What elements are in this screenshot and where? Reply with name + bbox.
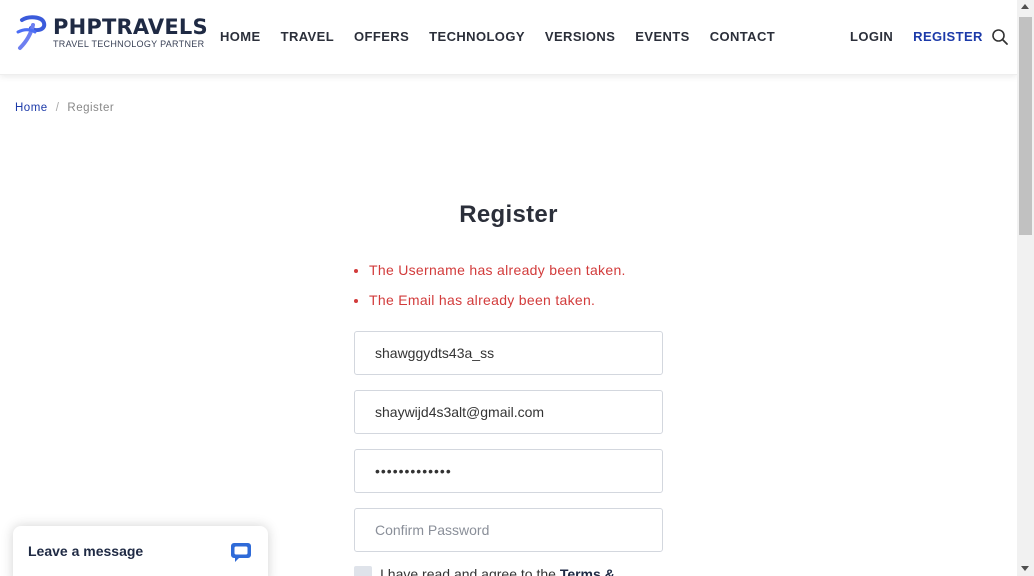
chat-label: Leave a message <box>28 543 144 559</box>
nav-item-home[interactable]: HOME <box>220 29 261 44</box>
breadcrumb: Home / Register <box>15 102 114 114</box>
nav-item-technology[interactable]: TECHNOLOGY <box>429 29 525 44</box>
site-header: PHPTRAVELS TRAVEL TECHNOLOGY PARTNER HOM… <box>0 0 1017 75</box>
scrollbar-thumb[interactable] <box>1019 17 1032 235</box>
nav-item-versions[interactable]: VERSIONS <box>545 29 615 44</box>
brand-subtitle: TRAVEL TECHNOLOGY PARTNER <box>53 39 205 49</box>
nav-item-contact[interactable]: CONTACT <box>710 29 775 44</box>
page-title: Register <box>459 201 558 228</box>
page: PHPTRAVELS TRAVEL TECHNOLOGY PARTNER HOM… <box>0 0 1017 576</box>
chat-bubble-icon <box>231 543 251 562</box>
terms-text: I have read and agree to the <box>380 566 560 576</box>
page-scrollbar[interactable] <box>1017 0 1034 576</box>
nav-item-offers[interactable]: OFFERS <box>354 29 409 44</box>
terms-label: I have read and agree to the Terms & <box>380 566 615 576</box>
password-field[interactable] <box>354 449 663 493</box>
search-icon[interactable] <box>991 28 1009 46</box>
terms-checkbox[interactable] <box>354 566 372 576</box>
login-link[interactable]: LOGIN <box>850 29 893 44</box>
register-link[interactable]: REGISTER <box>913 29 983 44</box>
nav-item-travel[interactable]: TRAVEL <box>281 29 334 44</box>
nav-item-events[interactable]: EVENTS <box>635 29 689 44</box>
scroll-down-arrow-icon[interactable] <box>1021 566 1029 571</box>
breadcrumb-home-link[interactable]: Home <box>15 102 48 114</box>
account-nav: LOGIN REGISTER <box>850 29 983 44</box>
chat-widget[interactable]: Leave a message <box>13 526 268 576</box>
username-field[interactable] <box>354 331 663 375</box>
brand-logo[interactable]: PHPTRAVELS TRAVEL TECHNOLOGY PARTNER <box>16 14 208 54</box>
email-field[interactable] <box>354 390 663 434</box>
phptravels-logo-icon <box>16 15 47 50</box>
brand-title: PHPTRAVELS <box>53 15 208 39</box>
error-list: The Username has already been taken. The… <box>354 262 674 322</box>
breadcrumb-current: Register <box>67 102 115 114</box>
terms-agreement: I have read and agree to the Terms & <box>354 566 615 576</box>
error-message: The Username has already been taken. <box>354 262 674 278</box>
scroll-up-arrow-icon[interactable] <box>1021 4 1029 9</box>
main-nav: HOME TRAVEL OFFERS TECHNOLOGY VERSIONS E… <box>220 29 795 44</box>
error-message: The Email has already been taken. <box>354 292 674 308</box>
breadcrumb-separator: / <box>55 102 60 114</box>
confirm-password-field[interactable] <box>354 508 663 552</box>
terms-link[interactable]: Terms & <box>560 566 615 576</box>
